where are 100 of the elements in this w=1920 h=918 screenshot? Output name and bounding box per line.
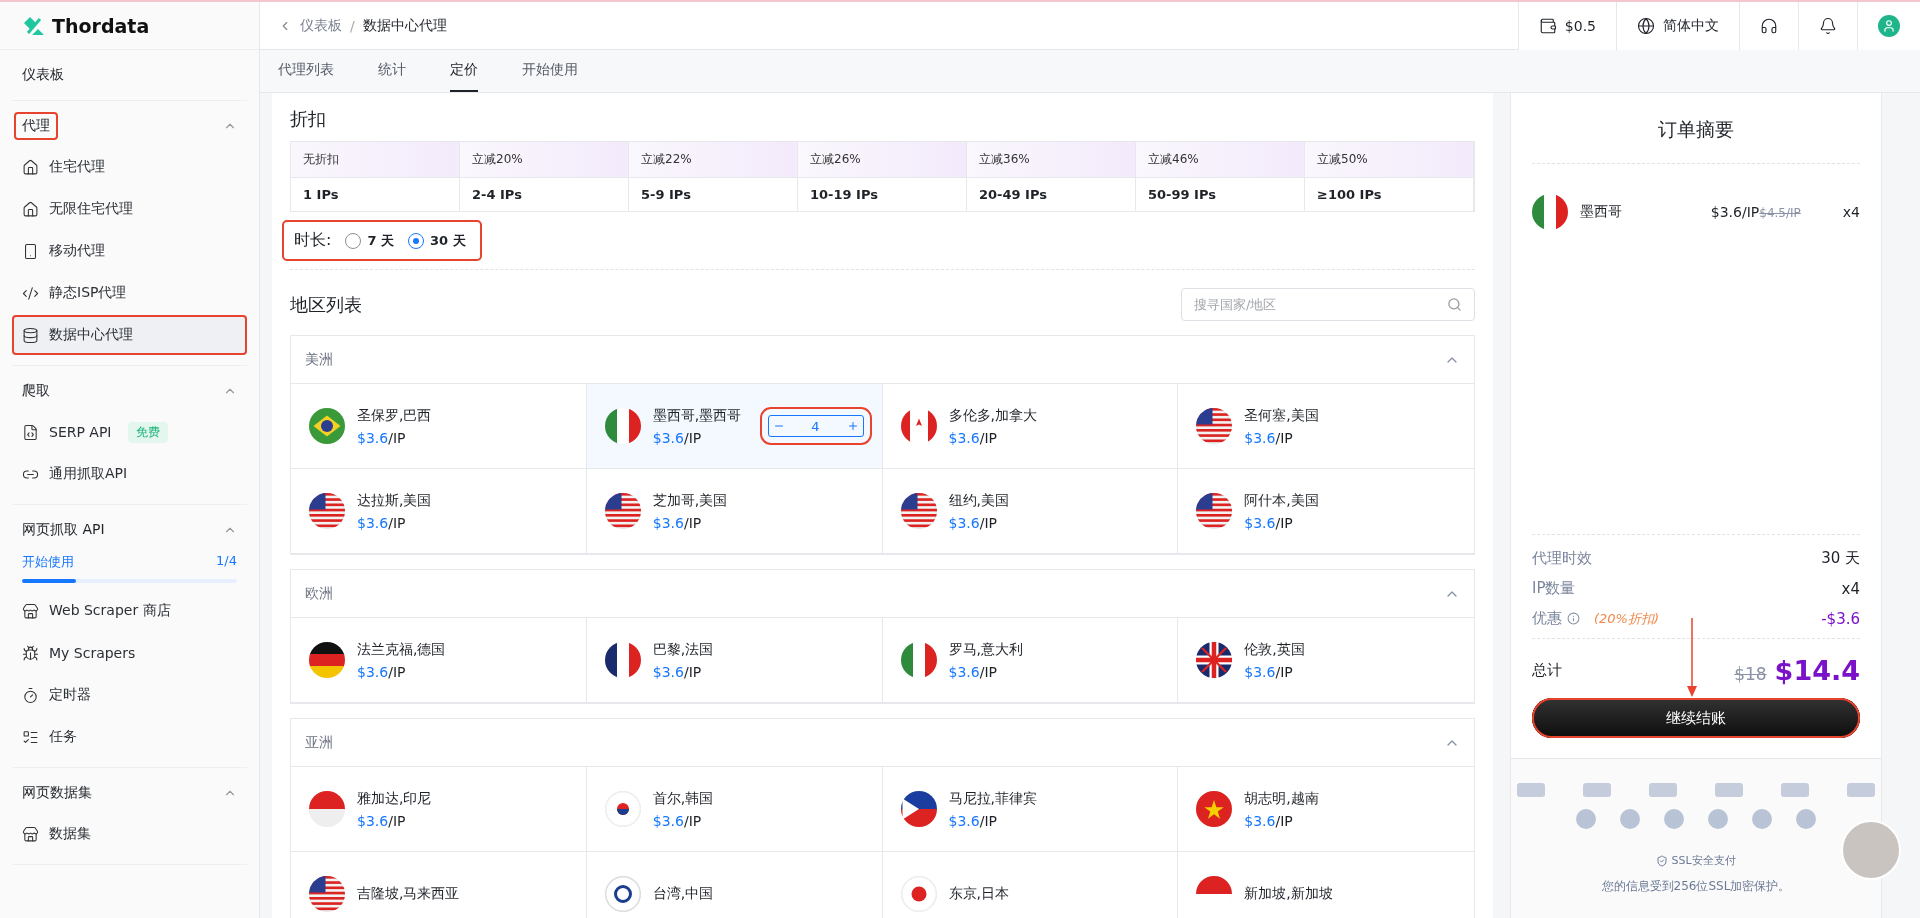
- flag-icon: [309, 642, 345, 678]
- city-option[interactable]: 墨西哥,墨西哥 $3.6/IP 4: [586, 384, 883, 469]
- tab[interactable]: 代理列表: [278, 50, 334, 92]
- flag-icon: [1532, 194, 1568, 230]
- support-button[interactable]: [1739, 1, 1798, 50]
- price-unit: /IP: [1275, 663, 1293, 680]
- info-icon[interactable]: [1567, 612, 1580, 625]
- globe-icon: [1637, 16, 1655, 35]
- city-option[interactable]: 首尔,韩国 $3.6/IP: [586, 767, 883, 852]
- breadcrumb-link[interactable]: 仪表板: [300, 16, 342, 35]
- breadcrumb-link[interactable]: 数据中心代理: [362, 16, 447, 35]
- price: $3.6: [652, 663, 684, 680]
- discount-note: (20%折扣): [1594, 609, 1660, 628]
- city-option[interactable]: 罗马,意大利 $3.6/IP: [882, 618, 1179, 703]
- city-name: 多伦多,加拿大: [948, 406, 1038, 425]
- language-button[interactable]: 简体中文: [1616, 1, 1739, 50]
- progress-label[interactable]: 开始使用: [22, 553, 74, 571]
- flag-icon: [309, 408, 345, 444]
- price-unit: /IP: [979, 812, 997, 829]
- menu-item-icon: [22, 728, 39, 746]
- old-total: $18: [1734, 664, 1767, 684]
- flag-icon: [1196, 876, 1233, 912]
- city-name: 墨西哥,墨西哥: [652, 406, 743, 425]
- tab[interactable]: 统计: [378, 50, 406, 92]
- sidebar-item[interactable]: 住宅代理: [12, 147, 247, 187]
- sidebar-item[interactable]: SERP API 免费: [12, 412, 247, 452]
- item-price: $3.6/IP: [1710, 204, 1760, 220]
- price: $3.6: [948, 812, 980, 829]
- sidebar-item[interactable]: Web Scraper 商店: [12, 591, 247, 631]
- price: $3.6: [948, 514, 980, 531]
- city-option[interactable]: 圣保罗,巴西 $3.6/IP: [291, 384, 587, 469]
- sidebar-item-label: 通用抓取API: [49, 465, 128, 483]
- table-cell: 10-19 IPs: [798, 178, 967, 211]
- option-label: 30 天: [429, 231, 466, 250]
- city-name: 首尔,韩国: [652, 789, 715, 808]
- table-header-cell: 立减26%: [798, 142, 967, 178]
- price-unit: /IP: [1275, 429, 1293, 446]
- crypto-coin-icon: [1752, 809, 1772, 829]
- sidebar-item[interactable]: 通用抓取API: [12, 454, 247, 494]
- price: $3.6: [357, 812, 389, 829]
- price-unit: /IP: [683, 812, 702, 829]
- sidebar-item-label: 无限住宅代理: [49, 200, 133, 218]
- sidebar-item[interactable]: 移动代理: [12, 231, 247, 271]
- sidebar-item-label: Web Scraper 商店: [49, 602, 171, 620]
- price-unit: /IP: [683, 514, 702, 531]
- flag-icon: [1196, 408, 1233, 444]
- sidebar-item[interactable]: 无限住宅代理: [12, 189, 247, 229]
- notification-button[interactable]: [1798, 1, 1857, 50]
- city-option[interactable]: 芝加哥,美国 $3.6/IP: [586, 469, 883, 554]
- item-quantity: x4: [1842, 204, 1860, 220]
- sidebar-item[interactable]: 数据中心代理: [12, 315, 247, 355]
- flag-icon: [900, 791, 937, 827]
- wallet-icon: [1538, 16, 1557, 35]
- profile-button[interactable]: [1857, 1, 1920, 50]
- group-title: 欧洲: [305, 584, 333, 603]
- price: $3.6: [948, 429, 980, 446]
- sidebar-item[interactable]: My Scrapers: [12, 633, 247, 673]
- city-option[interactable]: 雅加达,印尼 $3.6/IP: [291, 767, 587, 852]
- free-badge: 免费: [127, 421, 168, 443]
- city-option[interactable]: 巴黎,法国 $3.6/IP: [586, 618, 883, 703]
- sidebar-item-label: 数据集: [49, 825, 91, 843]
- logo-text: Thordata: [52, 14, 150, 37]
- avatar-icon: [1878, 14, 1900, 37]
- checkout-button[interactable]: 继续结账: [1532, 698, 1860, 738]
- city-option[interactable]: 法兰克福,德国 $3.6/IP: [291, 618, 587, 703]
- logo-icon: [22, 14, 46, 37]
- plus-icon[interactable]: [846, 420, 859, 432]
- flag-icon: [900, 876, 937, 912]
- menu-item-icon: [22, 686, 39, 704]
- sidebar-item[interactable]: 仪表板: [12, 50, 247, 101]
- flag-icon: [900, 493, 937, 529]
- tab[interactable]: 开始使用: [522, 50, 578, 92]
- price-unit: /IP: [388, 514, 406, 531]
- old-price: $4.5/IP: [1759, 206, 1801, 220]
- city-option[interactable]: 纽约,美国 $3.6/IP: [882, 469, 1179, 554]
- sidebar-item[interactable]: 定时器: [12, 675, 247, 715]
- summary-value: -$3.6: [1821, 609, 1860, 628]
- summary-value: x4: [1841, 579, 1860, 598]
- bell-icon: [1819, 16, 1837, 35]
- sidebar-item[interactable]: 任务: [12, 717, 247, 757]
- menu-item-icon: [22, 284, 39, 302]
- logo[interactable]: Thordata: [0, 2, 259, 50]
- price-unit: /IP: [683, 429, 702, 446]
- sidebar-item[interactable]: 数据集: [12, 814, 247, 854]
- city-name: 法兰克福,德国: [357, 640, 447, 659]
- flag-icon: [309, 876, 345, 912]
- duration-option[interactable]: 30 天: [407, 231, 466, 250]
- sidebar-item[interactable]: 静态ISP代理: [12, 273, 247, 313]
- city-name: 芝加哥,美国: [652, 491, 729, 510]
- city-option[interactable]: 多伦多,加拿大 $3.6/IP: [882, 384, 1179, 469]
- balance-button[interactable]: $0.5: [1517, 1, 1616, 50]
- flag-icon: [1196, 493, 1233, 529]
- city-option[interactable]: 马尼拉,菲律宾 $3.6/IP: [882, 767, 1179, 852]
- city-name: 台湾,中国: [652, 885, 715, 903]
- price-unit: /IP: [1275, 812, 1293, 829]
- duration-option[interactable]: 7 天: [345, 231, 394, 250]
- table-header-cell: 立减20%: [460, 142, 629, 178]
- city-option[interactable]: 达拉斯,美国 $3.6/IP: [291, 469, 587, 554]
- price: $3.6: [652, 514, 684, 531]
- menu-item-icon: [22, 326, 39, 344]
